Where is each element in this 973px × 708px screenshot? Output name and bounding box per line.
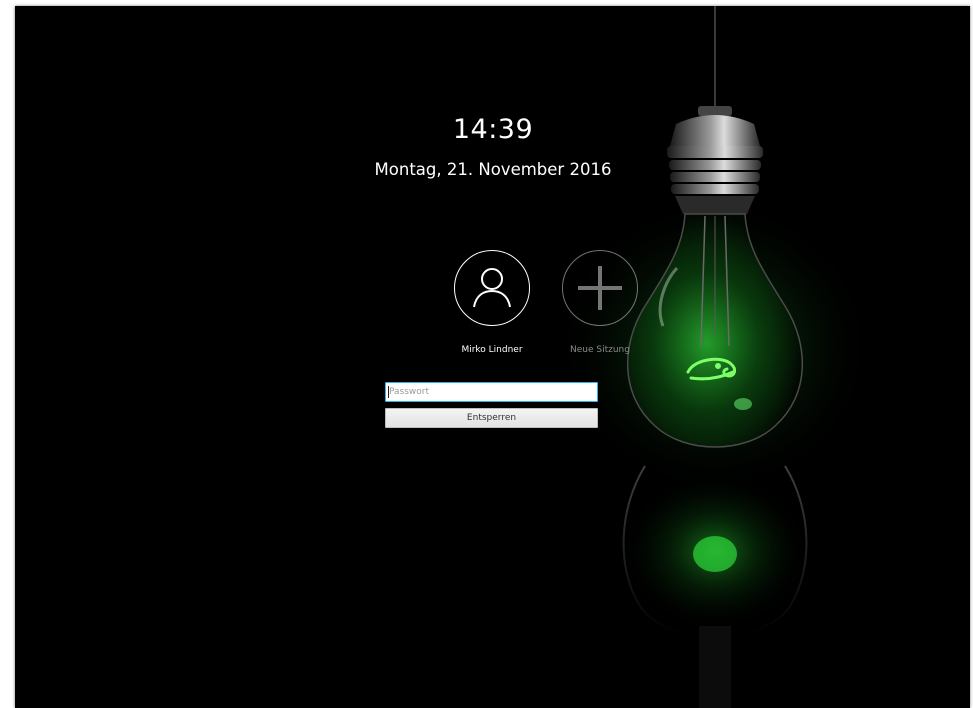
user-name-label: Mirko Lindner xyxy=(461,345,523,355)
new-session-label: Neue Sitzung xyxy=(570,345,630,355)
clock-time: 14:39 xyxy=(452,114,534,145)
new-session-tile[interactable]: Neue Sitzung xyxy=(550,250,650,355)
lock-screen: 14:39 Montag, 21. November 2016 Mirko Li… xyxy=(15,6,970,708)
password-input[interactable] xyxy=(385,382,598,402)
user-tile-mirko-lindner[interactable]: Mirko Lindner xyxy=(442,250,542,355)
lightbulb-wallpaper xyxy=(555,6,875,708)
new-session-avatar xyxy=(562,250,638,326)
unlock-button[interactable]: Entsperren xyxy=(385,408,598,428)
user-icon xyxy=(473,268,511,308)
plus-icon xyxy=(578,266,622,310)
clock-date: Montag, 21. November 2016 xyxy=(374,160,612,179)
avatar xyxy=(454,250,530,326)
text-caret xyxy=(388,386,389,398)
